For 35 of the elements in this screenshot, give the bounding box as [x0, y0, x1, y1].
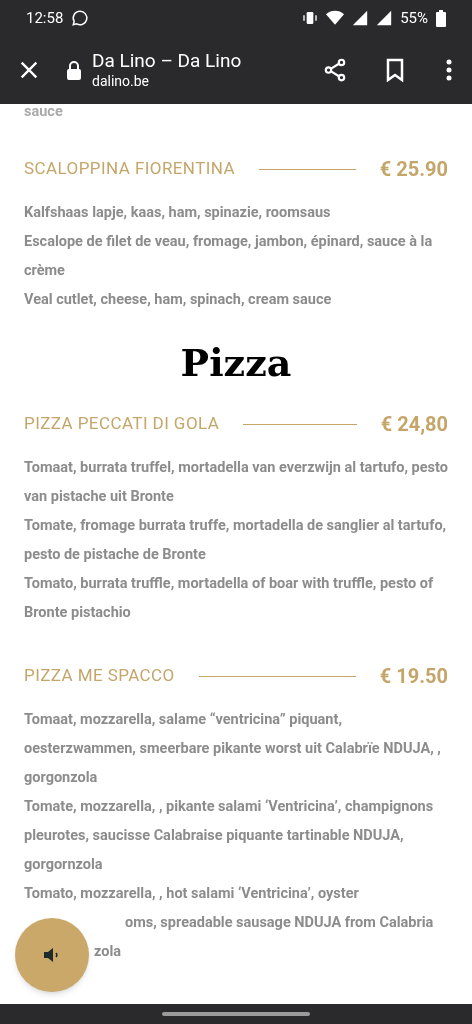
- more-icon[interactable]: [446, 59, 452, 81]
- dish-description: Tomato, mozzarella, , hot salami ‘Ventricina’, oyster: [24, 884, 360, 904]
- dish-description: Escalope de filet de veau, fromage, jambon, épinard, sauce à la crème: [24, 232, 434, 281]
- dish-price: € 24,80: [380, 411, 448, 438]
- page-url: dalino.be: [92, 73, 150, 91]
- dish-name: SCALOPPINA FIORENTINA: [24, 157, 235, 181]
- close-icon[interactable]: [18, 59, 40, 81]
- bookmark-icon[interactable]: [384, 58, 406, 82]
- dish-price: € 19.50: [379, 663, 448, 690]
- dish-description: sauce: [24, 104, 64, 120]
- signal-icon: [352, 10, 369, 26]
- dish-description: Tomaat, burrata truffel, mortadella van everzwijn al tartufo, pesto van pistache uit Bronte: [24, 458, 449, 507]
- chat-icon: [71, 9, 90, 27]
- dish-description: oms, spreadable sausage NDUJA from Calabria: [125, 913, 435, 933]
- dish-description: zola: [94, 942, 123, 962]
- dish-price: € 25.90: [379, 156, 448, 183]
- battery-icon: [436, 9, 446, 27]
- dish-description: Tomate, mozzarella, , pikante salami ‘Ventricina’, champignons pleurotes, saucisse Calabraise piquante tartinable NDUJA, gorgornzola: [24, 797, 435, 875]
- dish-description: Tomaat, mozzarella, salame “ventricina” piquant, oesterzwammen, smeerbare pikante worst uit Calabrïe NDUJA, , gorgonzola: [24, 710, 442, 788]
- share-icon[interactable]: [322, 57, 348, 83]
- lock-icon: [66, 60, 82, 80]
- dish-description: Tomato, burrata truffle, mortadella of boar with truffle, pesto of Bronte pistachio: [24, 574, 435, 623]
- page-title: Da Lino – Da Lino: [92, 49, 242, 74]
- section-title: Pizza: [179, 339, 293, 387]
- wifi-icon: [326, 10, 345, 26]
- speaker-icon: [43, 947, 61, 963]
- dish-name: PIZZA ME SPACCO: [24, 664, 175, 688]
- dish-description: Kalfshaas lapje, kaas, ham, spinazie, roomsaus: [24, 203, 332, 223]
- vibrate-icon: [302, 10, 319, 26]
- dish-description: Veal cutlet, cheese, ham, spinach, cream sauce: [24, 290, 333, 310]
- dish-name: PIZZA PECCATI DI GOLA: [24, 412, 220, 436]
- signal-icon: [376, 10, 393, 26]
- battery-percent: 55%: [400, 7, 428, 29]
- dish-description: Tomate, fromage burrata truffe, mortadella de sanglier al tartufo, pesto de pistache de Bronte: [24, 516, 448, 565]
- status-time: 12:58: [26, 7, 64, 29]
